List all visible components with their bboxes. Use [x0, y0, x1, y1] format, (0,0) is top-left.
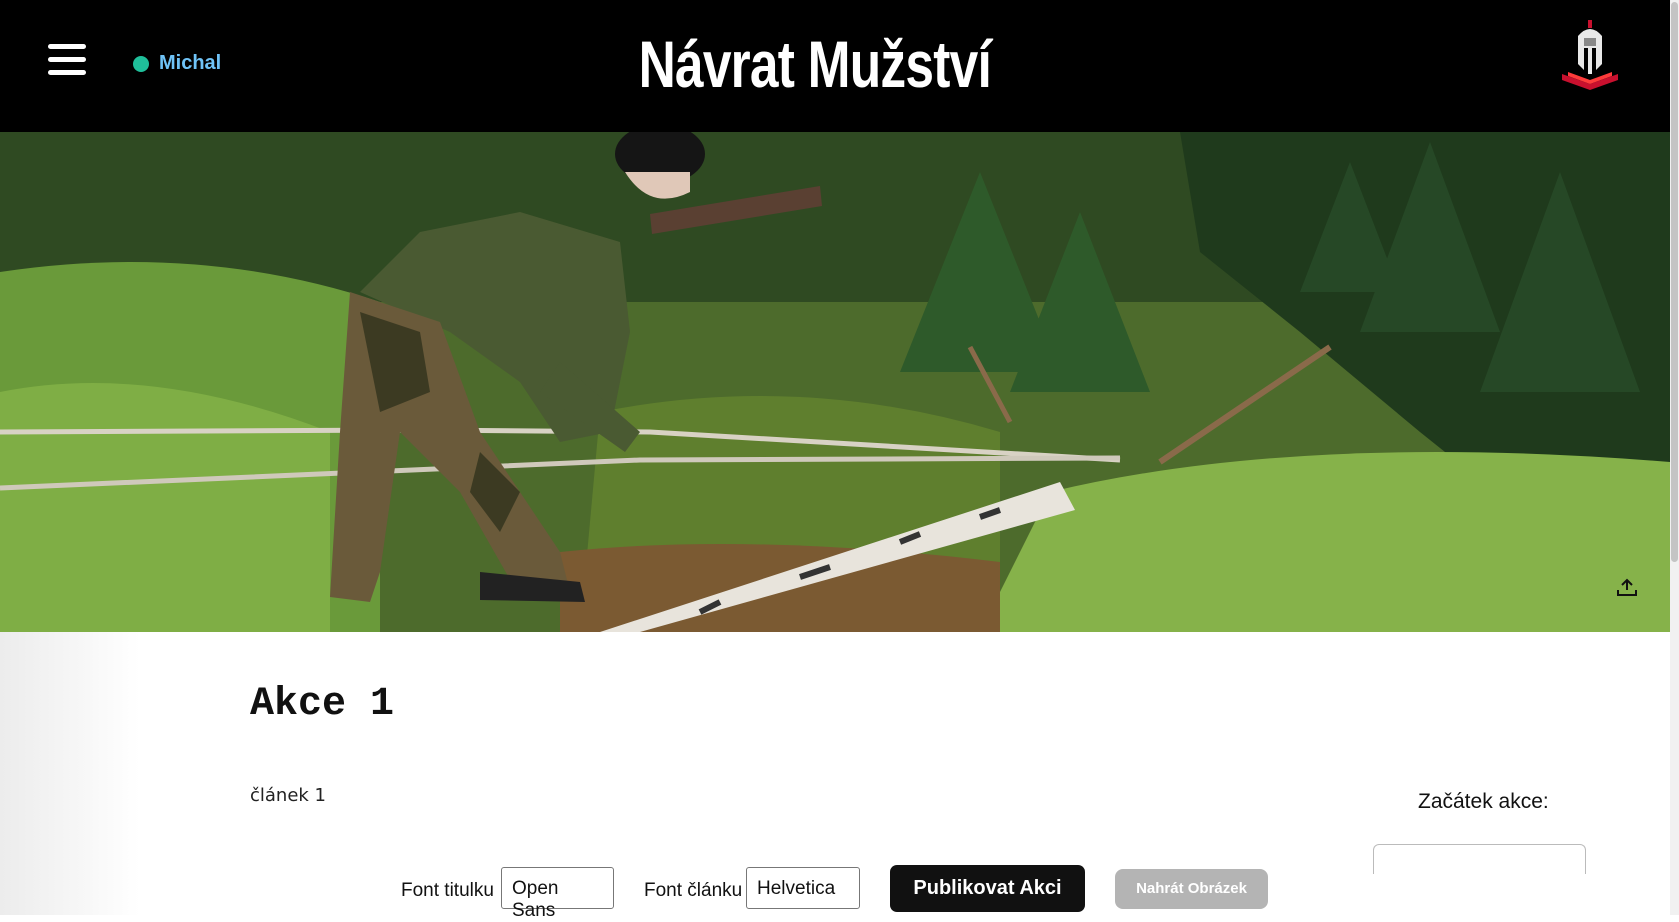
hamburger-menu-icon[interactable]: [48, 44, 86, 78]
article-body[interactable]: článek 1: [250, 785, 326, 806]
scrollbar-thumb[interactable]: [1671, 2, 1678, 562]
article-font-select[interactable]: Helvetica: [746, 867, 860, 909]
top-header: Michal Návrat Mužství: [0, 0, 1670, 132]
start-date-label: Začátek akce:: [1418, 790, 1549, 813]
scrollbar[interactable]: [1670, 0, 1679, 915]
title-font-label: Font titulku: [401, 880, 494, 901]
hero-image: [0, 132, 1670, 632]
spartan-helmet-logo-icon[interactable]: [1558, 18, 1622, 92]
article-font-label: Font článku: [644, 880, 743, 901]
article-title[interactable]: Akce 1: [250, 682, 394, 727]
upload-image-button[interactable]: Nahrát Obrázek: [1115, 869, 1268, 909]
publish-button[interactable]: Publikovat Akci: [890, 865, 1085, 912]
upload-icon[interactable]: [1616, 578, 1638, 598]
site-title: Návrat Mužství: [638, 27, 992, 101]
online-status-icon: [133, 55, 149, 72]
title-font-select[interactable]: Open Sans: [501, 867, 614, 921]
